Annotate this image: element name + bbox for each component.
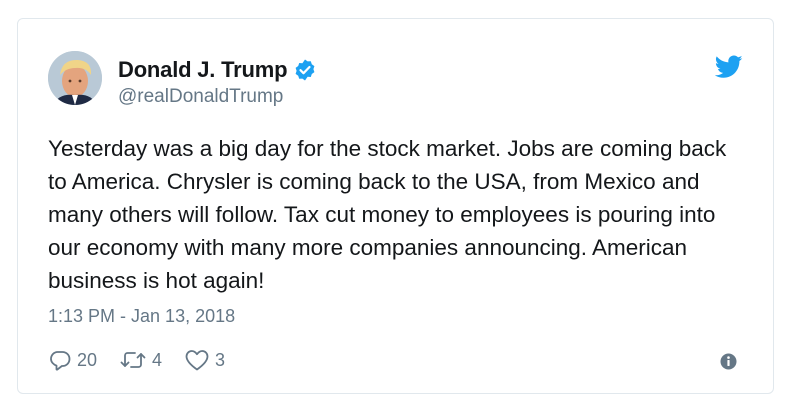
avatar[interactable] <box>48 51 102 105</box>
heart-icon <box>184 348 210 372</box>
action-bar: 20 4 3 <box>48 347 247 373</box>
display-name[interactable]: Donald J. Trump <box>118 57 288 83</box>
reply-icon <box>48 348 72 372</box>
like-button[interactable]: 3 <box>184 348 225 372</box>
twitter-bird-icon[interactable] <box>714 55 743 79</box>
handle[interactable]: @realDonaldTrump <box>118 86 283 108</box>
author-name-row: Donald J. Trump <box>118 57 317 83</box>
retweet-icon <box>119 348 147 372</box>
tweet-card: Donald J. Trump @realDonaldTrump Yesterd… <box>17 18 774 394</box>
timestamp[interactable]: 1:13 PM - Jan 13, 2018 <box>48 306 235 327</box>
reply-count: 20 <box>77 349 98 370</box>
like-count: 3 <box>215 349 226 370</box>
reply-button[interactable]: 20 <box>48 348 97 372</box>
verified-badge-icon <box>293 58 317 82</box>
retweet-button[interactable]: 4 <box>119 348 162 372</box>
retweet-count: 4 <box>152 349 163 370</box>
tweet-text: Yesterday was a big day for the stock ma… <box>48 136 727 293</box>
info-icon[interactable] <box>720 353 737 370</box>
